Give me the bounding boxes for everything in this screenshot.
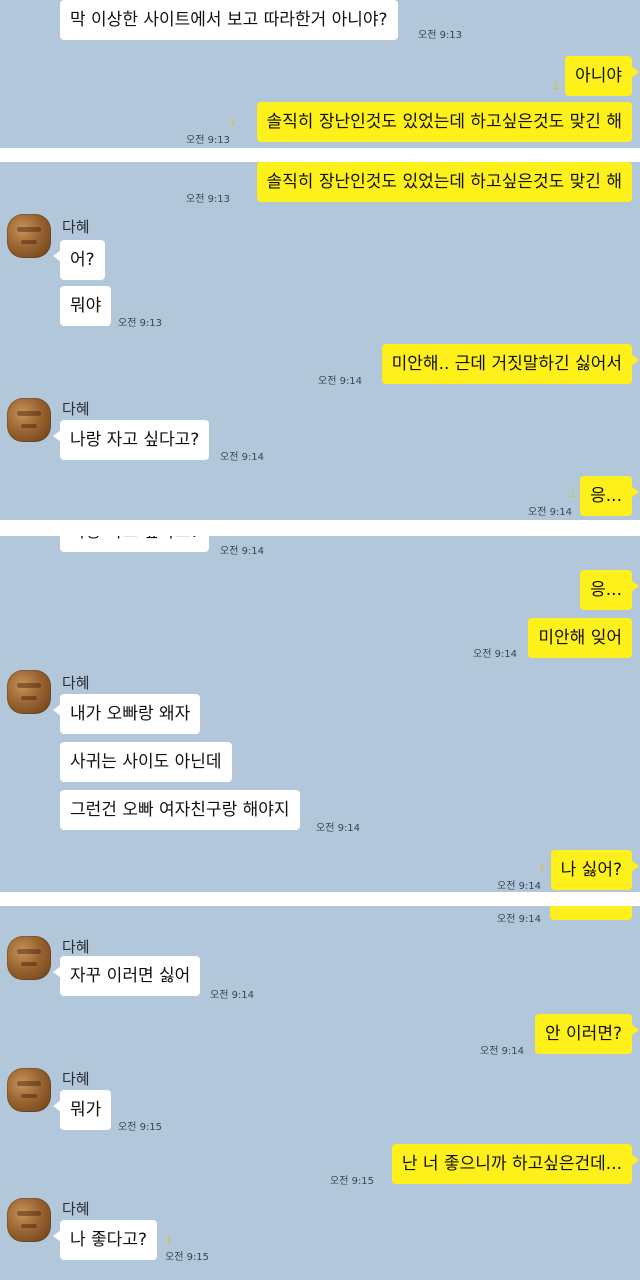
contact-avatar[interactable]	[7, 398, 51, 442]
contact-name: 다혜	[62, 674, 90, 692]
message-incoming[interactable]: 뭐가	[52, 1090, 112, 1130]
message-time: 오전 9:15	[330, 1176, 375, 1187]
message-time: 오전 9:14	[220, 452, 265, 463]
contact-name: 다혜	[62, 938, 90, 956]
message-incoming[interactable]: 막 이상한 사이트에서 보고 따라한거 아니야?	[60, 0, 398, 40]
message-time: 오전 9:15	[118, 1122, 163, 1133]
message-time: 오전 9:13	[418, 30, 463, 41]
contact-avatar[interactable]	[7, 1068, 51, 1112]
message-outgoing[interactable]: 솔직히 장난인것도 있었는데 하고싶은것도 맞긴 해	[256, 102, 632, 142]
chat-panel-1: 막 이상한 사이트에서 보고 따라한거 아니야? 오전 9:13 아니야 1 솔…	[0, 0, 640, 148]
contact-avatar[interactable]	[7, 936, 51, 980]
message-time: 오전 9:13	[118, 318, 163, 329]
message-time: 오전 9:13	[186, 135, 231, 146]
message-outgoing[interactable]	[550, 906, 632, 920]
message-outgoing[interactable]: 안 이러면?	[535, 1014, 639, 1054]
contact-name: 다혜	[62, 218, 90, 236]
message-outgoing[interactable]: 솔직히 장난인것도 있었는데 하고싶은것도 맞긴 해	[256, 162, 632, 202]
message-outgoing[interactable]: 미안해 잊어	[528, 618, 632, 658]
chat-panel-4: 오전 9:14 다혜 자꾸 이러면 싫어 오전 9:14 안 이러면? 오전 9…	[0, 906, 640, 1280]
contact-avatar[interactable]	[7, 1198, 51, 1242]
message-incoming[interactable]: 내가 오빠랑 왜자	[52, 694, 201, 734]
unread-count: 1	[166, 1236, 172, 1246]
message-time: 오전 9:14	[316, 823, 361, 834]
message-time: 오전 9:14	[210, 990, 255, 1001]
contact-avatar[interactable]	[7, 214, 51, 258]
message-incoming[interactable]: 나 좋다고?	[53, 1220, 157, 1260]
message-incoming[interactable]: 뭐야	[60, 286, 112, 326]
message-outgoing[interactable]: 응...	[580, 476, 639, 516]
message-incoming[interactable]: 나랑 자고 싶다고?	[60, 536, 210, 552]
message-outgoing[interactable]: 미안해.. 근데 거짓말하긴 싫어서	[381, 344, 640, 384]
message-incoming[interactable]: 사귀는 사이도 아닌데	[60, 742, 232, 782]
message-time: 오전 9:14	[497, 881, 542, 892]
message-outgoing[interactable]: 아니야	[565, 56, 639, 96]
message-time: 오전 9:14	[318, 376, 363, 387]
message-time: 오전 9:13	[186, 194, 231, 205]
chat-panel-3: 나랑 자고 싶다고? 오전 9:14 응... 미안해 잊어 오전 9:14 다…	[0, 536, 640, 892]
message-time: 오전 9:14	[473, 649, 518, 660]
message-incoming[interactable]: 자꾸 이러면 싫어	[52, 956, 201, 996]
contact-name: 다혜	[62, 1070, 90, 1088]
unread-count: 1	[230, 118, 236, 128]
message-outgoing[interactable]: 나 싫어?	[550, 850, 640, 890]
unread-count: 1	[553, 82, 559, 92]
unread-count: 1	[539, 864, 545, 874]
contact-avatar[interactable]	[7, 670, 51, 714]
message-time: 오전 9:14	[497, 914, 542, 925]
contact-name: 다혜	[62, 400, 90, 418]
message-incoming[interactable]: 나랑 자고 싶다고?	[52, 420, 210, 460]
message-incoming[interactable]: 어?	[53, 240, 105, 280]
contact-name: 다혜	[62, 1200, 90, 1218]
message-incoming[interactable]: 그런건 오빠 여자친구랑 해야지	[60, 790, 300, 830]
message-time: 오전 9:14	[480, 1046, 525, 1057]
message-outgoing[interactable]: 응...	[580, 570, 639, 610]
chat-panel-2: 솔직히 장난인것도 있었는데 하고싶은것도 맞긴 해 오전 9:13 다혜 어?…	[0, 162, 640, 520]
message-time: 오전 9:15	[165, 1252, 210, 1263]
message-time: 오전 9:14	[528, 507, 573, 518]
unread-count: 1	[570, 490, 576, 500]
message-time: 오전 9:14	[220, 546, 265, 557]
message-outgoing[interactable]: 난 너 좋으니까 하고싶은건데...	[391, 1144, 640, 1184]
